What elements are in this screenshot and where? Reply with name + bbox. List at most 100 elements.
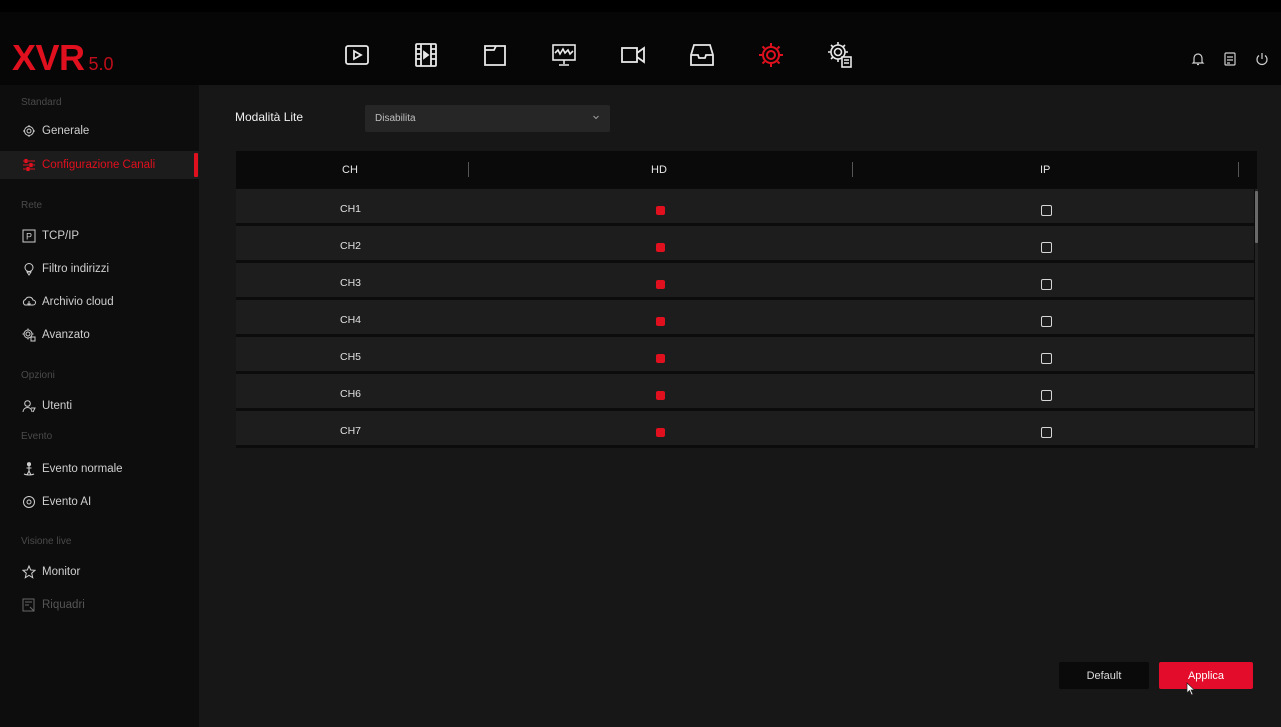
top-right-tools bbox=[1187, 48, 1273, 70]
column-header-ch: CH bbox=[342, 164, 358, 176]
ai-event-icon bbox=[22, 495, 36, 509]
section-title-standard: Standard bbox=[21, 97, 62, 108]
main-navigation bbox=[334, 32, 886, 78]
hd-checkbox[interactable] bbox=[656, 354, 665, 363]
ip-checkbox[interactable] bbox=[1041, 316, 1052, 327]
logo-version: 5.0 bbox=[88, 54, 114, 74]
sidebar-item-label: Utenti bbox=[42, 400, 73, 412]
sidebar-item-filtro-indirizzi[interactable]: Filtro indirizzi bbox=[0, 255, 199, 283]
column-header-hd: HD bbox=[651, 164, 667, 176]
section-title-evento: Evento bbox=[21, 431, 53, 442]
system-maintenance-icon[interactable] bbox=[817, 32, 863, 78]
video-clip-icon[interactable] bbox=[403, 32, 449, 78]
lite-mode-select[interactable]: Disabilita bbox=[365, 105, 610, 132]
sidebar-item-label: Evento AI bbox=[42, 496, 92, 508]
sidebar-item-label: Avanzato bbox=[42, 329, 90, 341]
sidebar-item-configurazione-canali[interactable]: Configurazione Canali bbox=[0, 151, 199, 179]
camera-icon[interactable] bbox=[610, 32, 656, 78]
table-row: CH6 bbox=[236, 374, 1254, 410]
table-header: CH HD IP bbox=[236, 151, 1257, 188]
mouse-cursor-icon bbox=[1186, 682, 1196, 696]
sidebar-item-riquadri[interactable]: Riquadri bbox=[0, 591, 199, 619]
hd-checkbox[interactable] bbox=[656, 206, 665, 215]
app-logo: XVR 5.0 bbox=[12, 37, 114, 79]
sidebar-item-monitor[interactable]: Monitor bbox=[0, 558, 199, 586]
channel-label: CH4 bbox=[340, 314, 362, 326]
motion-person-icon bbox=[22, 462, 36, 476]
sidebar-item-label: Evento normale bbox=[42, 463, 123, 475]
sidebar-item-label: TCP/IP bbox=[42, 230, 80, 242]
column-divider bbox=[852, 162, 853, 177]
users-icon bbox=[22, 399, 36, 413]
sidebar-item-utenti[interactable]: Utenti bbox=[0, 392, 199, 420]
hd-checkbox[interactable] bbox=[656, 428, 665, 437]
ip-checkbox[interactable] bbox=[1041, 427, 1052, 438]
lite-mode-value: Disabilita bbox=[375, 113, 416, 124]
sidebar-item-label: Riquadri bbox=[42, 599, 85, 611]
table-row: CH4 bbox=[236, 300, 1254, 336]
ip-checkbox[interactable] bbox=[1041, 205, 1052, 216]
bell-icon[interactable] bbox=[1187, 48, 1209, 70]
channel-label: CH2 bbox=[340, 240, 362, 252]
sliders-icon bbox=[22, 158, 36, 172]
lite-mode-label: Modalità Lite bbox=[235, 110, 304, 124]
hd-checkbox[interactable] bbox=[656, 243, 665, 252]
table-row: CH5 bbox=[236, 337, 1254, 373]
gear-icon bbox=[22, 124, 36, 138]
sidebar-item-evento-ai[interactable]: Evento AI bbox=[0, 488, 199, 516]
channel-label: CH7 bbox=[340, 425, 362, 437]
storage-icon[interactable] bbox=[1219, 48, 1241, 70]
sidebar-item-generale[interactable]: Generale bbox=[0, 117, 199, 145]
file-folder-icon[interactable] bbox=[472, 32, 518, 78]
top-bar: XVR 5.0 bbox=[0, 12, 1281, 85]
hd-checkbox[interactable] bbox=[656, 280, 665, 289]
table-row: CH2 bbox=[236, 226, 1254, 262]
cloud-icon bbox=[22, 295, 36, 309]
table-scrollbar[interactable] bbox=[1255, 189, 1258, 448]
ip-checkbox[interactable] bbox=[1041, 242, 1052, 253]
svg-text:P: P bbox=[26, 232, 32, 242]
layout-grid-icon bbox=[22, 598, 36, 612]
sidebar-item-tcpip[interactable]: P TCP/IP bbox=[0, 222, 199, 250]
table-row: CH1 bbox=[236, 189, 1254, 225]
channel-label: CH1 bbox=[340, 203, 362, 215]
channel-label: CH6 bbox=[340, 388, 362, 400]
tcpip-icon: P bbox=[22, 229, 36, 243]
sidebar-item-avanzato[interactable]: Avanzato bbox=[0, 321, 199, 349]
network-monitor-icon[interactable] bbox=[541, 32, 587, 78]
logo-text: XVR bbox=[12, 37, 85, 78]
scrollbar-thumb[interactable] bbox=[1255, 191, 1258, 243]
advanced-settings-icon bbox=[22, 328, 36, 342]
sidebar-item-label: Configurazione Canali bbox=[42, 159, 156, 171]
filter-icon bbox=[22, 262, 36, 276]
settings-gear-icon[interactable] bbox=[748, 32, 794, 78]
sidebar-item-archivio-cloud[interactable]: Archivio cloud bbox=[0, 288, 199, 316]
channel-config-panel: Modalità Lite Disabilita CH HD IP CH1 CH… bbox=[199, 85, 1281, 727]
section-title-opzioni: Opzioni bbox=[21, 370, 55, 381]
backup-tray-icon[interactable] bbox=[679, 32, 725, 78]
channel-table: CH HD IP CH1 CH2 CH3 CH4 CH5 CH6 CH7 bbox=[236, 151, 1258, 448]
ip-checkbox[interactable] bbox=[1041, 353, 1052, 364]
sidebar-item-label: Filtro indirizzi bbox=[42, 263, 110, 275]
column-divider bbox=[1238, 162, 1239, 177]
apply-button[interactable]: Applica bbox=[1159, 662, 1253, 689]
playback-icon[interactable] bbox=[334, 32, 380, 78]
star-icon bbox=[22, 565, 36, 579]
sidebar-item-label: Generale bbox=[42, 125, 90, 137]
hd-checkbox[interactable] bbox=[656, 391, 665, 400]
chevron-down-icon bbox=[593, 115, 599, 120]
section-title-rete: Rete bbox=[21, 200, 43, 211]
hd-checkbox[interactable] bbox=[656, 317, 665, 326]
ip-checkbox[interactable] bbox=[1041, 390, 1052, 401]
settings-sidebar: Standard Generale Configurazione Canali … bbox=[0, 85, 199, 727]
channel-label: CH3 bbox=[340, 277, 362, 289]
channel-label: CH5 bbox=[340, 351, 362, 363]
sidebar-item-evento-normale[interactable]: Evento normale bbox=[0, 455, 199, 483]
section-title-visione-live: Visione live bbox=[21, 536, 72, 547]
column-divider bbox=[468, 162, 469, 177]
table-row: CH3 bbox=[236, 263, 1254, 299]
default-button[interactable]: Default bbox=[1059, 662, 1149, 689]
ip-checkbox[interactable] bbox=[1041, 279, 1052, 290]
sidebar-item-label: Monitor bbox=[42, 566, 81, 578]
power-icon[interactable] bbox=[1251, 48, 1273, 70]
